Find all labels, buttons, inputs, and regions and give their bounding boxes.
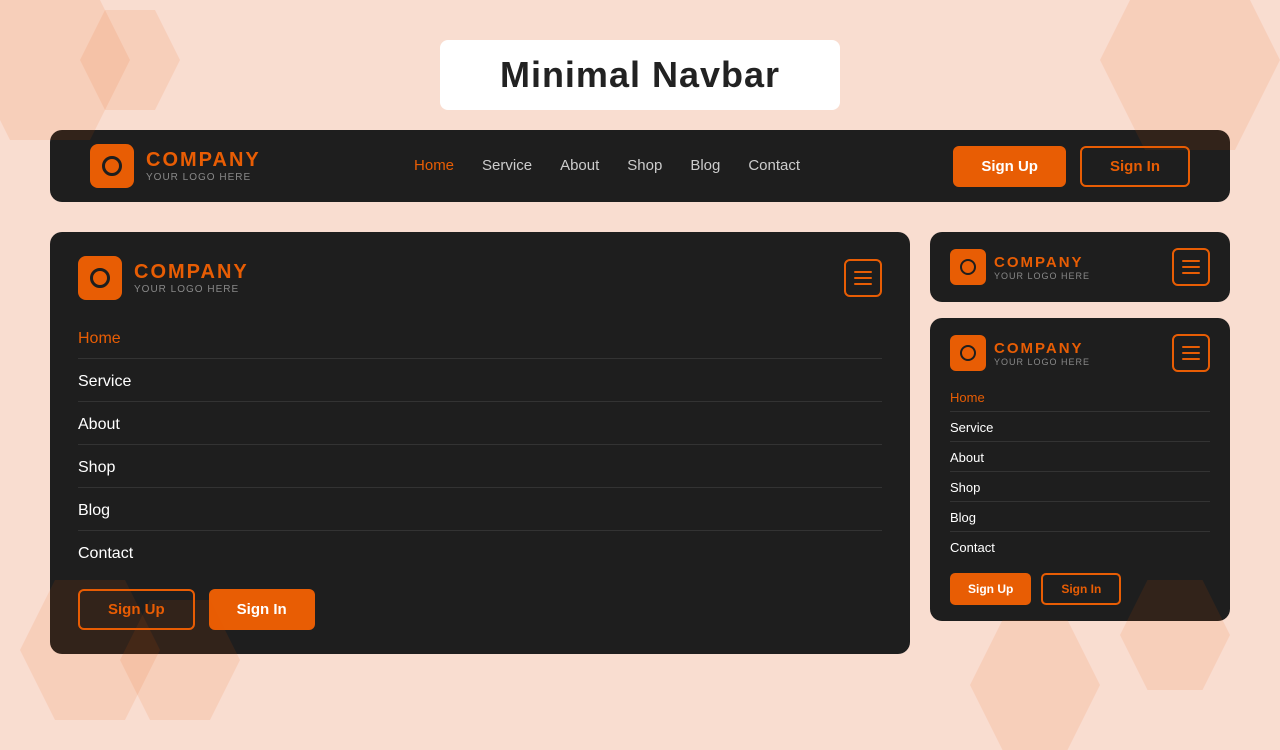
nav-link-shop[interactable]: Shop — [627, 157, 662, 174]
mini-hamburger-line-2 — [1182, 266, 1200, 268]
mobile-nav-link-shop[interactable]: Shop — [78, 449, 882, 488]
navbar-mobile-large: COMPANY YOUR LOGO HERE Home Service Abou… — [50, 232, 910, 654]
nav-link-contact[interactable]: Contact — [748, 157, 800, 174]
mobile-nav-item-home[interactable]: Home — [78, 320, 882, 359]
mini-hamburger-line-1 — [1182, 260, 1200, 262]
nav-link-blog[interactable]: Blog — [690, 157, 720, 174]
mini-company-name: COMPANY — [994, 254, 1090, 271]
small-logo-icon — [950, 335, 986, 371]
hamburger-button[interactable] — [844, 259, 882, 297]
mobile-nav-link-about[interactable]: About — [78, 406, 882, 445]
mini-logo-area: COMPANY YOUR LOGO HERE — [950, 249, 1090, 285]
mini-logo-icon-inner — [960, 259, 976, 275]
mobile-signup-button[interactable]: Sign Up — [78, 589, 195, 630]
small-nav-link-home[interactable]: Home — [950, 384, 1210, 412]
signup-button[interactable]: Sign Up — [953, 146, 1066, 187]
mobile-nav-link-service[interactable]: Service — [78, 363, 882, 402]
mobile-nav-link-blog[interactable]: Blog — [78, 492, 882, 531]
small-nav-link-shop[interactable]: Shop — [950, 474, 1210, 502]
mobile-company-sub: YOUR LOGO HERE — [134, 284, 249, 295]
small-nav-item-service[interactable]: Service — [950, 414, 1210, 442]
mobile-logo-area: COMPANY YOUR LOGO HERE — [78, 256, 249, 300]
nav-buttons: Sign Up Sign In — [953, 146, 1190, 187]
mobile-nav-links: Home Service About Shop Blog Contact — [78, 320, 882, 573]
mini-company-sub: YOUR LOGO HERE — [994, 271, 1090, 281]
mobile-nav-item-service[interactable]: Service — [78, 363, 882, 402]
mobile-signin-button[interactable]: Sign In — [209, 589, 315, 630]
mobile-nav-item-shop[interactable]: Shop — [78, 449, 882, 488]
navbar-horizontal: COMPANY YOUR LOGO HERE Home Service Abou… — [50, 130, 1230, 202]
navbar-mini: COMPANY YOUR LOGO HERE — [930, 232, 1230, 302]
small-hamburger-button[interactable] — [1172, 334, 1210, 372]
bottom-row: COMPANY YOUR LOGO HERE Home Service Abou… — [50, 232, 1230, 654]
logo-area: COMPANY YOUR LOGO HERE — [90, 144, 261, 188]
mini-hamburger-line-3 — [1182, 272, 1200, 274]
hamburger-line-2 — [854, 277, 872, 279]
right-col: COMPANY YOUR LOGO HERE COMPANY — [930, 232, 1230, 654]
logo-icon — [90, 144, 134, 188]
small-nav-item-blog[interactable]: Blog — [950, 504, 1210, 532]
nav-item-contact[interactable]: Contact — [748, 157, 800, 175]
small-nav-link-service[interactable]: Service — [950, 414, 1210, 442]
small-nav-header: COMPANY YOUR LOGO HERE — [950, 334, 1210, 372]
small-nav-link-about[interactable]: About — [950, 444, 1210, 472]
nav-item-shop[interactable]: Shop — [627, 157, 662, 175]
small-logo-text: COMPANY YOUR LOGO HERE — [994, 340, 1090, 367]
mobile-nav-header: COMPANY YOUR LOGO HERE — [78, 256, 882, 300]
mobile-nav-item-about[interactable]: About — [78, 406, 882, 445]
small-company-name: COMPANY — [994, 340, 1090, 357]
signin-button[interactable]: Sign In — [1080, 146, 1190, 187]
navbar-mobile-small: COMPANY YOUR LOGO HERE Home Service Abou… — [930, 318, 1230, 621]
small-company-sub: YOUR LOGO HERE — [994, 357, 1090, 367]
mobile-logo-icon — [78, 256, 122, 300]
nav-item-about[interactable]: About — [560, 157, 599, 175]
mobile-nav-item-blog[interactable]: Blog — [78, 492, 882, 531]
small-logo-area: COMPANY YOUR LOGO HERE — [950, 335, 1090, 371]
nav-link-home[interactable]: Home — [414, 157, 454, 174]
small-nav-item-shop[interactable]: Shop — [950, 474, 1210, 502]
nav-item-service[interactable]: Service — [482, 157, 532, 175]
nav-item-home[interactable]: Home — [414, 157, 454, 175]
nav-links: Home Service About Shop Blog Contact — [414, 157, 800, 175]
mobile-nav-link-contact[interactable]: Contact — [78, 535, 882, 573]
logo-icon-inner — [102, 156, 122, 176]
small-nav-item-home[interactable]: Home — [950, 384, 1210, 412]
small-nav-links: Home Service About Shop Blog Contact — [950, 384, 1210, 561]
mini-hamburger-button[interactable] — [1172, 248, 1210, 286]
company-name: COMPANY — [146, 149, 261, 172]
small-logo-icon-inner — [960, 345, 976, 361]
mobile-company-name: COMPANY — [134, 261, 249, 284]
mobile-logo-icon-inner — [90, 268, 110, 288]
small-signin-button[interactable]: Sign In — [1041, 573, 1121, 605]
small-hamburger-line-1 — [1182, 346, 1200, 348]
logo-text: COMPANY YOUR LOGO HERE — [146, 149, 261, 183]
nav-link-service[interactable]: Service — [482, 157, 532, 174]
mobile-nav-item-contact[interactable]: Contact — [78, 535, 882, 573]
mobile-logo-text: COMPANY YOUR LOGO HERE — [134, 261, 249, 295]
nav-link-about[interactable]: About — [560, 157, 599, 174]
nav-item-blog[interactable]: Blog — [690, 157, 720, 175]
hamburger-line-1 — [854, 271, 872, 273]
mobile-nav-link-home[interactable]: Home — [78, 320, 882, 359]
small-signup-button[interactable]: Sign Up — [950, 573, 1031, 605]
small-nav-buttons: Sign Up Sign In — [950, 573, 1210, 605]
page-title: Minimal Navbar — [500, 54, 780, 96]
mini-logo-icon — [950, 249, 986, 285]
small-hamburger-line-2 — [1182, 352, 1200, 354]
hamburger-line-3 — [854, 283, 872, 285]
company-sub: YOUR LOGO HERE — [146, 172, 261, 183]
small-nav-link-contact[interactable]: Contact — [950, 534, 1210, 561]
small-nav-link-blog[interactable]: Blog — [950, 504, 1210, 532]
mini-logo-text: COMPANY YOUR LOGO HERE — [994, 254, 1090, 281]
page-title-box: Minimal Navbar — [440, 40, 840, 110]
page-title-container: Minimal Navbar — [0, 0, 1280, 110]
mobile-nav-buttons: Sign Up Sign In — [78, 589, 882, 630]
small-nav-item-about[interactable]: About — [950, 444, 1210, 472]
small-hamburger-line-3 — [1182, 358, 1200, 360]
small-nav-item-contact[interactable]: Contact — [950, 534, 1210, 561]
